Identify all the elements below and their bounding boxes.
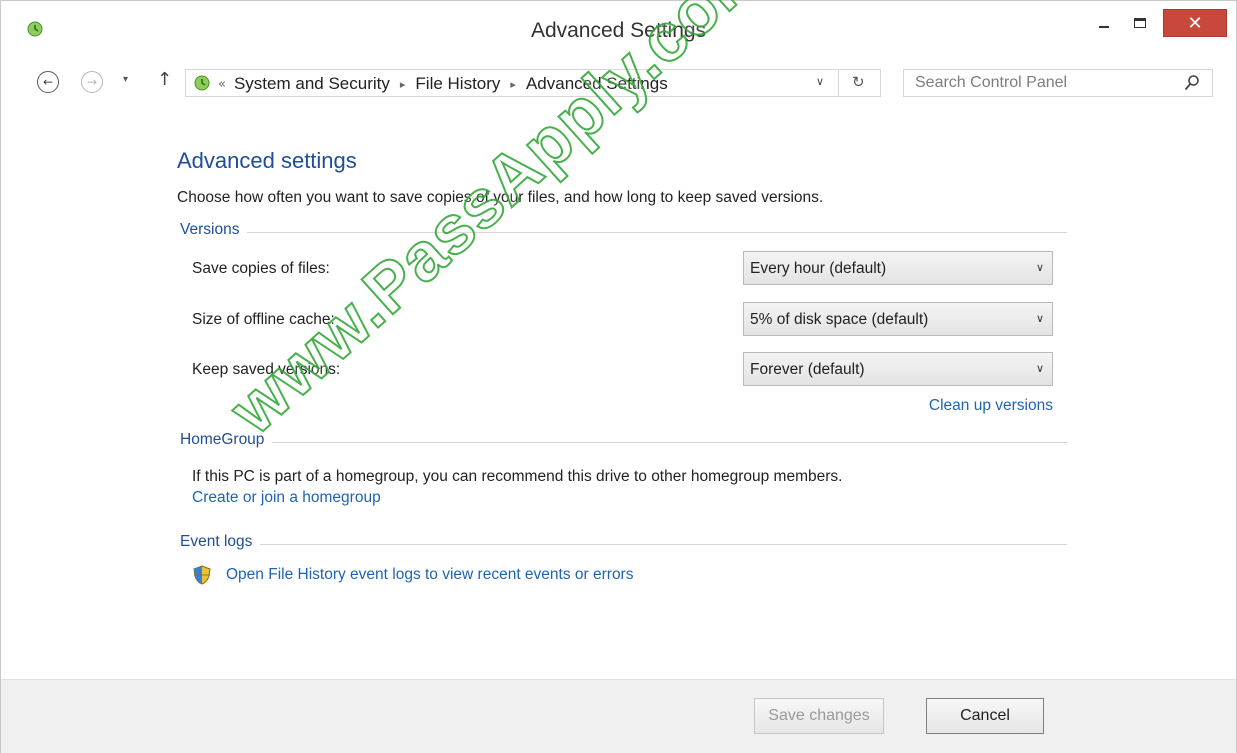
title-bar: Advanced Settings ✕ [1, 1, 1236, 59]
minimize-button[interactable] [1089, 9, 1119, 37]
event-logs-label: Event logs [180, 533, 261, 551]
save-changes-button[interactable]: Save changes [754, 698, 884, 734]
search-icon[interactable] [1184, 74, 1200, 92]
minimize-icon [1099, 26, 1109, 28]
event-logs-row: Open File History event logs to view rec… [192, 565, 633, 585]
search-input[interactable] [904, 70, 1174, 96]
address-dropdown-icon[interactable]: ∨ [816, 75, 824, 88]
maximize-icon [1134, 18, 1146, 28]
chevron-down-icon: ∨ [1035, 261, 1044, 274]
advanced-settings-window: Advanced Settings ✕ ← → ▾ ↑ « System and… [0, 0, 1237, 753]
versions-section-header: Versions [180, 221, 1067, 241]
shield-icon [193, 565, 211, 585]
keep-versions-dropdown[interactable]: Forever (default) ∨ [743, 352, 1053, 386]
breadcrumb-separator-icon[interactable]: ▸ [510, 78, 516, 91]
back-arrow-icon: ← [42, 75, 54, 89]
keep-versions-label: Keep saved versions: [192, 361, 341, 378]
chevron-down-icon: ∨ [1035, 362, 1044, 375]
homegroup-section-header: HomeGroup [180, 431, 1067, 451]
chevron-down-icon: ∨ [1035, 312, 1044, 325]
intro-text: Choose how often you want to save copies… [177, 189, 824, 206]
cancel-button[interactable]: Cancel [926, 698, 1044, 734]
search-box[interactable] [903, 69, 1213, 97]
page-title: Advanced settings [177, 148, 357, 173]
clean-up-versions-link[interactable]: Clean up versions [929, 397, 1053, 415]
breadcrumb-advanced-settings[interactable]: Advanced Settings [526, 74, 668, 94]
section-divider [180, 442, 1067, 443]
save-copies-label: Save copies of files: [192, 260, 330, 277]
offline-cache-label: Size of offline cache: [192, 311, 335, 328]
close-button[interactable]: ✕ [1163, 9, 1227, 37]
maximize-button[interactable] [1125, 9, 1155, 37]
event-logs-section-header: Event logs [180, 533, 1067, 553]
breadcrumb-separator-icon[interactable]: ▸ [400, 78, 406, 91]
back-button[interactable]: ← [37, 71, 59, 93]
keep-versions-value: Forever (default) [750, 361, 865, 378]
homegroup-label: HomeGroup [180, 431, 273, 449]
forward-button[interactable]: → [81, 71, 103, 93]
save-copies-value: Every hour (default) [750, 260, 887, 277]
recent-locations-icon[interactable]: ▾ [123, 74, 128, 85]
section-divider [180, 544, 1067, 545]
footer-bar: Save changes Cancel [1, 679, 1236, 753]
address-divider [838, 70, 839, 96]
open-event-logs-link[interactable]: Open File History event logs to view rec… [226, 566, 633, 584]
close-icon: ✕ [1187, 12, 1203, 34]
homegroup-description: If this PC is part of a homegroup, you c… [192, 468, 843, 485]
overflow-chevron-icon[interactable]: « [218, 77, 226, 92]
navigation-bar: ← → ▾ ↑ « System and Security ▸ File His… [1, 61, 1236, 103]
refresh-icon[interactable]: ↻ [852, 73, 865, 91]
control-panel-icon [194, 75, 210, 91]
breadcrumb-system-and-security[interactable]: System and Security [234, 74, 390, 94]
breadcrumb: « System and Security ▸ File History ▸ A… [216, 74, 668, 94]
up-arrow-icon[interactable]: ↑ [157, 69, 172, 90]
window-title: Advanced Settings [530, 19, 707, 42]
offline-cache-dropdown[interactable]: 5% of disk space (default) ∨ [743, 302, 1053, 336]
save-copies-dropdown[interactable]: Every hour (default) ∨ [743, 251, 1053, 285]
address-bar[interactable]: « System and Security ▸ File History ▸ A… [185, 69, 881, 97]
offline-cache-value: 5% of disk space (default) [750, 311, 929, 328]
forward-arrow-icon: → [86, 75, 98, 89]
breadcrumb-file-history[interactable]: File History [415, 74, 500, 94]
versions-label: Versions [180, 221, 248, 239]
create-homegroup-link[interactable]: Create or join a homegroup [192, 489, 381, 507]
section-divider [180, 232, 1067, 233]
